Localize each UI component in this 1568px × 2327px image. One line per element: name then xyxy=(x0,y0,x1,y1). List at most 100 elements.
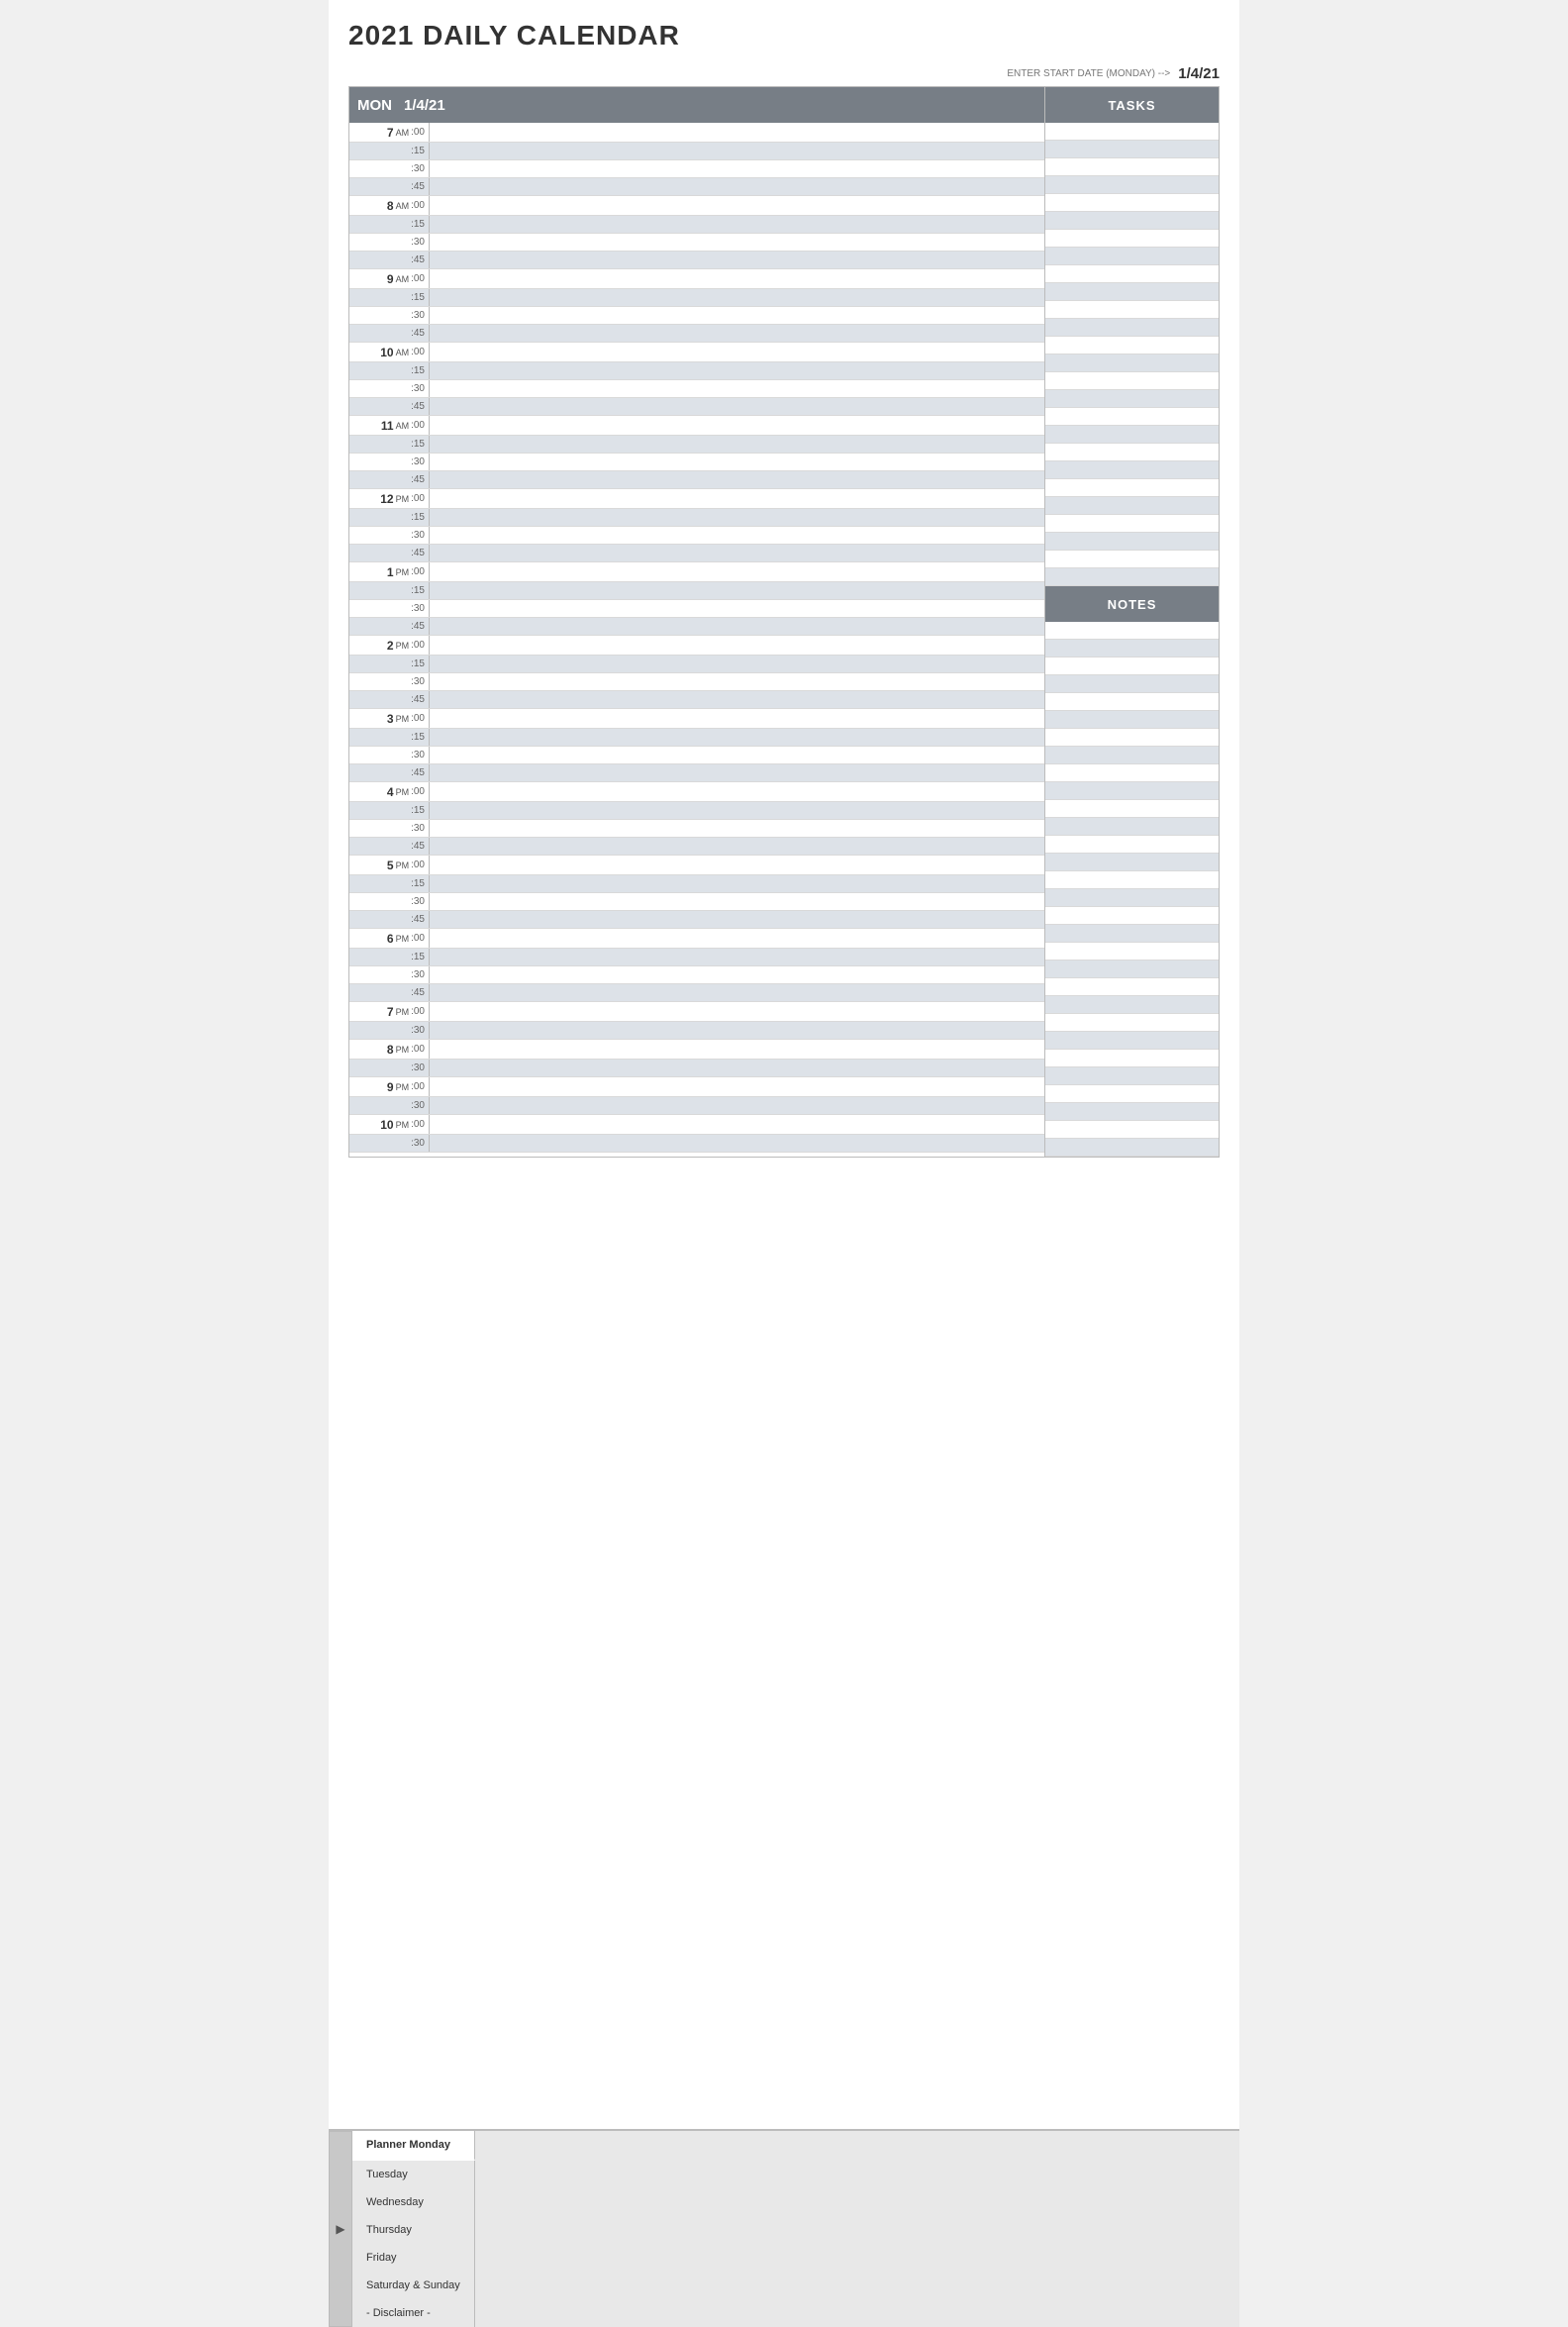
time-row[interactable]: :15 xyxy=(349,509,1044,527)
time-row[interactable]: :45 xyxy=(349,545,1044,562)
event-area[interactable] xyxy=(429,562,1044,581)
task-row[interactable] xyxy=(1045,551,1219,568)
task-row[interactable] xyxy=(1045,123,1219,141)
note-row[interactable] xyxy=(1045,1121,1219,1139)
time-row[interactable]: :15 xyxy=(349,582,1044,600)
note-row[interactable] xyxy=(1045,925,1219,943)
event-area[interactable] xyxy=(429,1040,1044,1059)
task-row[interactable] xyxy=(1045,141,1219,158)
time-row[interactable]: :15 xyxy=(349,216,1044,234)
event-area[interactable] xyxy=(429,398,1044,415)
time-row[interactable]: :15 xyxy=(349,289,1044,307)
event-area[interactable] xyxy=(429,143,1044,159)
event-area[interactable] xyxy=(429,673,1044,690)
note-row[interactable] xyxy=(1045,978,1219,996)
event-area[interactable] xyxy=(429,416,1044,435)
event-area[interactable] xyxy=(429,949,1044,965)
time-row[interactable]: :30 xyxy=(349,820,1044,838)
tab-planner-monday[interactable]: Planner Monday xyxy=(352,2131,475,2161)
time-row[interactable]: 4PM:00 xyxy=(349,782,1044,802)
time-row[interactable]: :15 xyxy=(349,729,1044,747)
time-row[interactable]: :30 xyxy=(349,1022,1044,1040)
task-row[interactable] xyxy=(1045,354,1219,372)
event-area[interactable] xyxy=(429,636,1044,655)
note-row[interactable] xyxy=(1045,1067,1219,1085)
note-row[interactable] xyxy=(1045,1050,1219,1067)
event-area[interactable] xyxy=(429,545,1044,561)
note-row[interactable] xyxy=(1045,943,1219,961)
event-area[interactable] xyxy=(429,234,1044,251)
time-row[interactable]: :30 xyxy=(349,527,1044,545)
event-area[interactable] xyxy=(429,325,1044,342)
event-area[interactable] xyxy=(429,1077,1044,1096)
event-area[interactable] xyxy=(429,709,1044,728)
note-row[interactable] xyxy=(1045,836,1219,854)
note-row[interactable] xyxy=(1045,764,1219,782)
event-area[interactable] xyxy=(429,436,1044,453)
task-row[interactable] xyxy=(1045,194,1219,212)
task-row[interactable] xyxy=(1045,408,1219,426)
event-area[interactable] xyxy=(429,929,1044,948)
time-row[interactable]: :30 xyxy=(349,454,1044,471)
time-row[interactable]: :45 xyxy=(349,984,1044,1002)
task-row[interactable] xyxy=(1045,515,1219,533)
note-row[interactable] xyxy=(1045,800,1219,818)
note-row[interactable] xyxy=(1045,1103,1219,1121)
event-area[interactable] xyxy=(429,764,1044,781)
task-row[interactable] xyxy=(1045,301,1219,319)
time-row[interactable]: 8PM:00 xyxy=(349,1040,1044,1060)
event-area[interactable] xyxy=(429,691,1044,708)
event-area[interactable] xyxy=(429,1115,1044,1134)
task-row[interactable] xyxy=(1045,248,1219,265)
note-row[interactable] xyxy=(1045,961,1219,978)
task-row[interactable] xyxy=(1045,283,1219,301)
event-area[interactable] xyxy=(429,252,1044,268)
time-row[interactable]: :15 xyxy=(349,143,1044,160)
event-area[interactable] xyxy=(429,454,1044,470)
note-row[interactable] xyxy=(1045,747,1219,764)
event-area[interactable] xyxy=(429,380,1044,397)
event-area[interactable] xyxy=(429,289,1044,306)
tab-friday[interactable]: Friday xyxy=(352,2244,475,2272)
time-row[interactable]: 3PM:00 xyxy=(349,709,1044,729)
start-date-value[interactable]: 1/4/21 xyxy=(1178,65,1220,82)
task-row[interactable] xyxy=(1045,390,1219,408)
time-row[interactable]: :30 xyxy=(349,380,1044,398)
event-area[interactable] xyxy=(429,656,1044,672)
event-area[interactable] xyxy=(429,911,1044,928)
time-row[interactable]: :15 xyxy=(349,656,1044,673)
time-row[interactable]: :45 xyxy=(349,911,1044,929)
event-area[interactable] xyxy=(429,856,1044,874)
time-row[interactable]: :45 xyxy=(349,764,1044,782)
tab-wednesday[interactable]: Wednesday xyxy=(352,2188,475,2216)
time-row[interactable]: 5PM:00 xyxy=(349,856,1044,875)
event-area[interactable] xyxy=(429,1022,1044,1039)
event-area[interactable] xyxy=(429,893,1044,910)
task-row[interactable] xyxy=(1045,176,1219,194)
time-row[interactable]: :30 xyxy=(349,307,1044,325)
time-row[interactable]: :15 xyxy=(349,949,1044,966)
event-area[interactable] xyxy=(429,343,1044,361)
tab---disclaimer--[interactable]: - Disclaimer - xyxy=(352,2299,475,2327)
note-row[interactable] xyxy=(1045,1085,1219,1103)
time-row[interactable]: :45 xyxy=(349,691,1044,709)
time-row[interactable]: :30 xyxy=(349,234,1044,252)
time-row[interactable]: 10AM:00 xyxy=(349,343,1044,362)
time-row[interactable]: :45 xyxy=(349,398,1044,416)
event-area[interactable] xyxy=(429,600,1044,617)
event-area[interactable] xyxy=(429,747,1044,763)
task-row[interactable] xyxy=(1045,568,1219,586)
event-area[interactable] xyxy=(429,509,1044,526)
event-area[interactable] xyxy=(429,820,1044,837)
note-row[interactable] xyxy=(1045,782,1219,800)
event-area[interactable] xyxy=(429,471,1044,488)
note-row[interactable] xyxy=(1045,640,1219,658)
event-area[interactable] xyxy=(429,1060,1044,1076)
time-row[interactable]: :30 xyxy=(349,600,1044,618)
time-row[interactable]: 6PM:00 xyxy=(349,929,1044,949)
event-area[interactable] xyxy=(429,618,1044,635)
event-area[interactable] xyxy=(429,178,1044,195)
note-row[interactable] xyxy=(1045,1032,1219,1050)
time-row[interactable]: :45 xyxy=(349,618,1044,636)
time-row[interactable]: :30 xyxy=(349,1060,1044,1077)
